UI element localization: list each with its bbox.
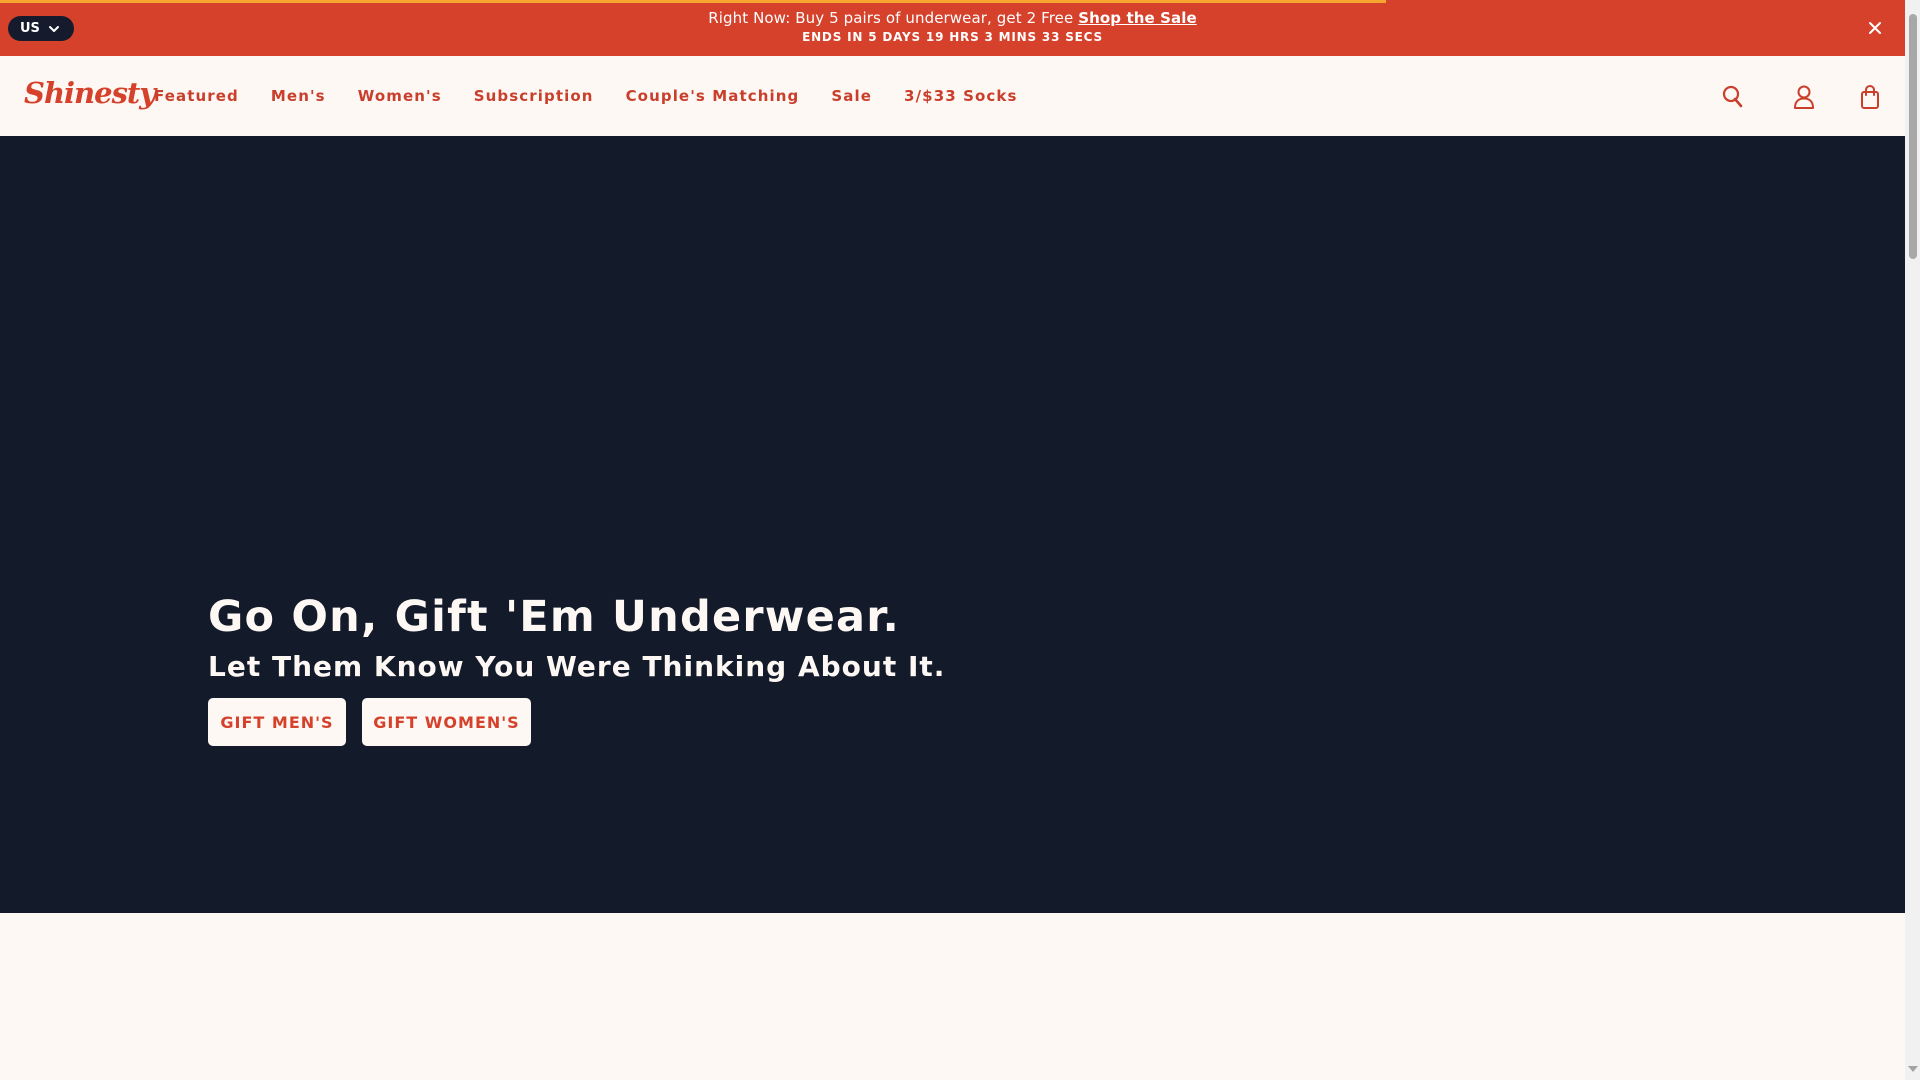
- page-scrollbar[interactable]: [1905, 0, 1920, 1080]
- announcement-bar: US Right Now: Buy 5 pairs of underwear, …: [0, 0, 1905, 56]
- gift-mens-button[interactable]: GIFT MEN'S: [208, 698, 346, 746]
- promo-message: Right Now: Buy 5 pairs of underwear, get…: [0, 9, 1905, 27]
- hero-banner: Go On, Gift 'Em Underwear. Let Them Know…: [0, 136, 1905, 913]
- page: US Right Now: Buy 5 pairs of underwear, …: [0, 0, 1920, 1080]
- promo-progress-bar: [0, 0, 1386, 3]
- nav-featured[interactable]: Featured: [154, 87, 239, 105]
- shop-sale-link[interactable]: Shop the Sale: [1078, 9, 1197, 27]
- nav-mens[interactable]: Men's: [271, 87, 326, 105]
- hero-subtitle: Let Them Know You Were Thinking About It…: [208, 650, 946, 683]
- scrollbar-thumb[interactable]: [1909, 14, 1917, 259]
- scroll-down-arrow-icon[interactable]: [1908, 1066, 1918, 1072]
- promo-text: Right Now: Buy 5 pairs of underwear, get…: [708, 9, 1074, 27]
- nav-womens[interactable]: Women's: [358, 87, 442, 105]
- user-icon[interactable]: [1791, 84, 1817, 110]
- nav-socks[interactable]: 3/$33 Socks: [904, 87, 1017, 105]
- search-icon[interactable]: [1720, 84, 1746, 110]
- promo-countdown: ENDS IN 5 DAYS 19 HRS 3 MINS 33 SECS: [802, 30, 1103, 44]
- logo[interactable]: Shinesty: [24, 76, 156, 110]
- nav-subscription[interactable]: Subscription: [474, 87, 594, 105]
- nav-sale[interactable]: Sale: [831, 87, 872, 105]
- bag-icon[interactable]: [1857, 84, 1883, 110]
- gift-womens-button[interactable]: GIFT WOMEN'S: [362, 698, 531, 746]
- hero-title: Go On, Gift 'Em Underwear.: [208, 592, 901, 642]
- close-icon[interactable]: [1864, 17, 1886, 39]
- site-header: Shinesty Featured Men's Women's Subscrip…: [0, 56, 1905, 136]
- main-nav: Featured Men's Women's Subscription Coup…: [154, 87, 1050, 105]
- nav-couples-matching[interactable]: Couple's Matching: [626, 87, 800, 105]
